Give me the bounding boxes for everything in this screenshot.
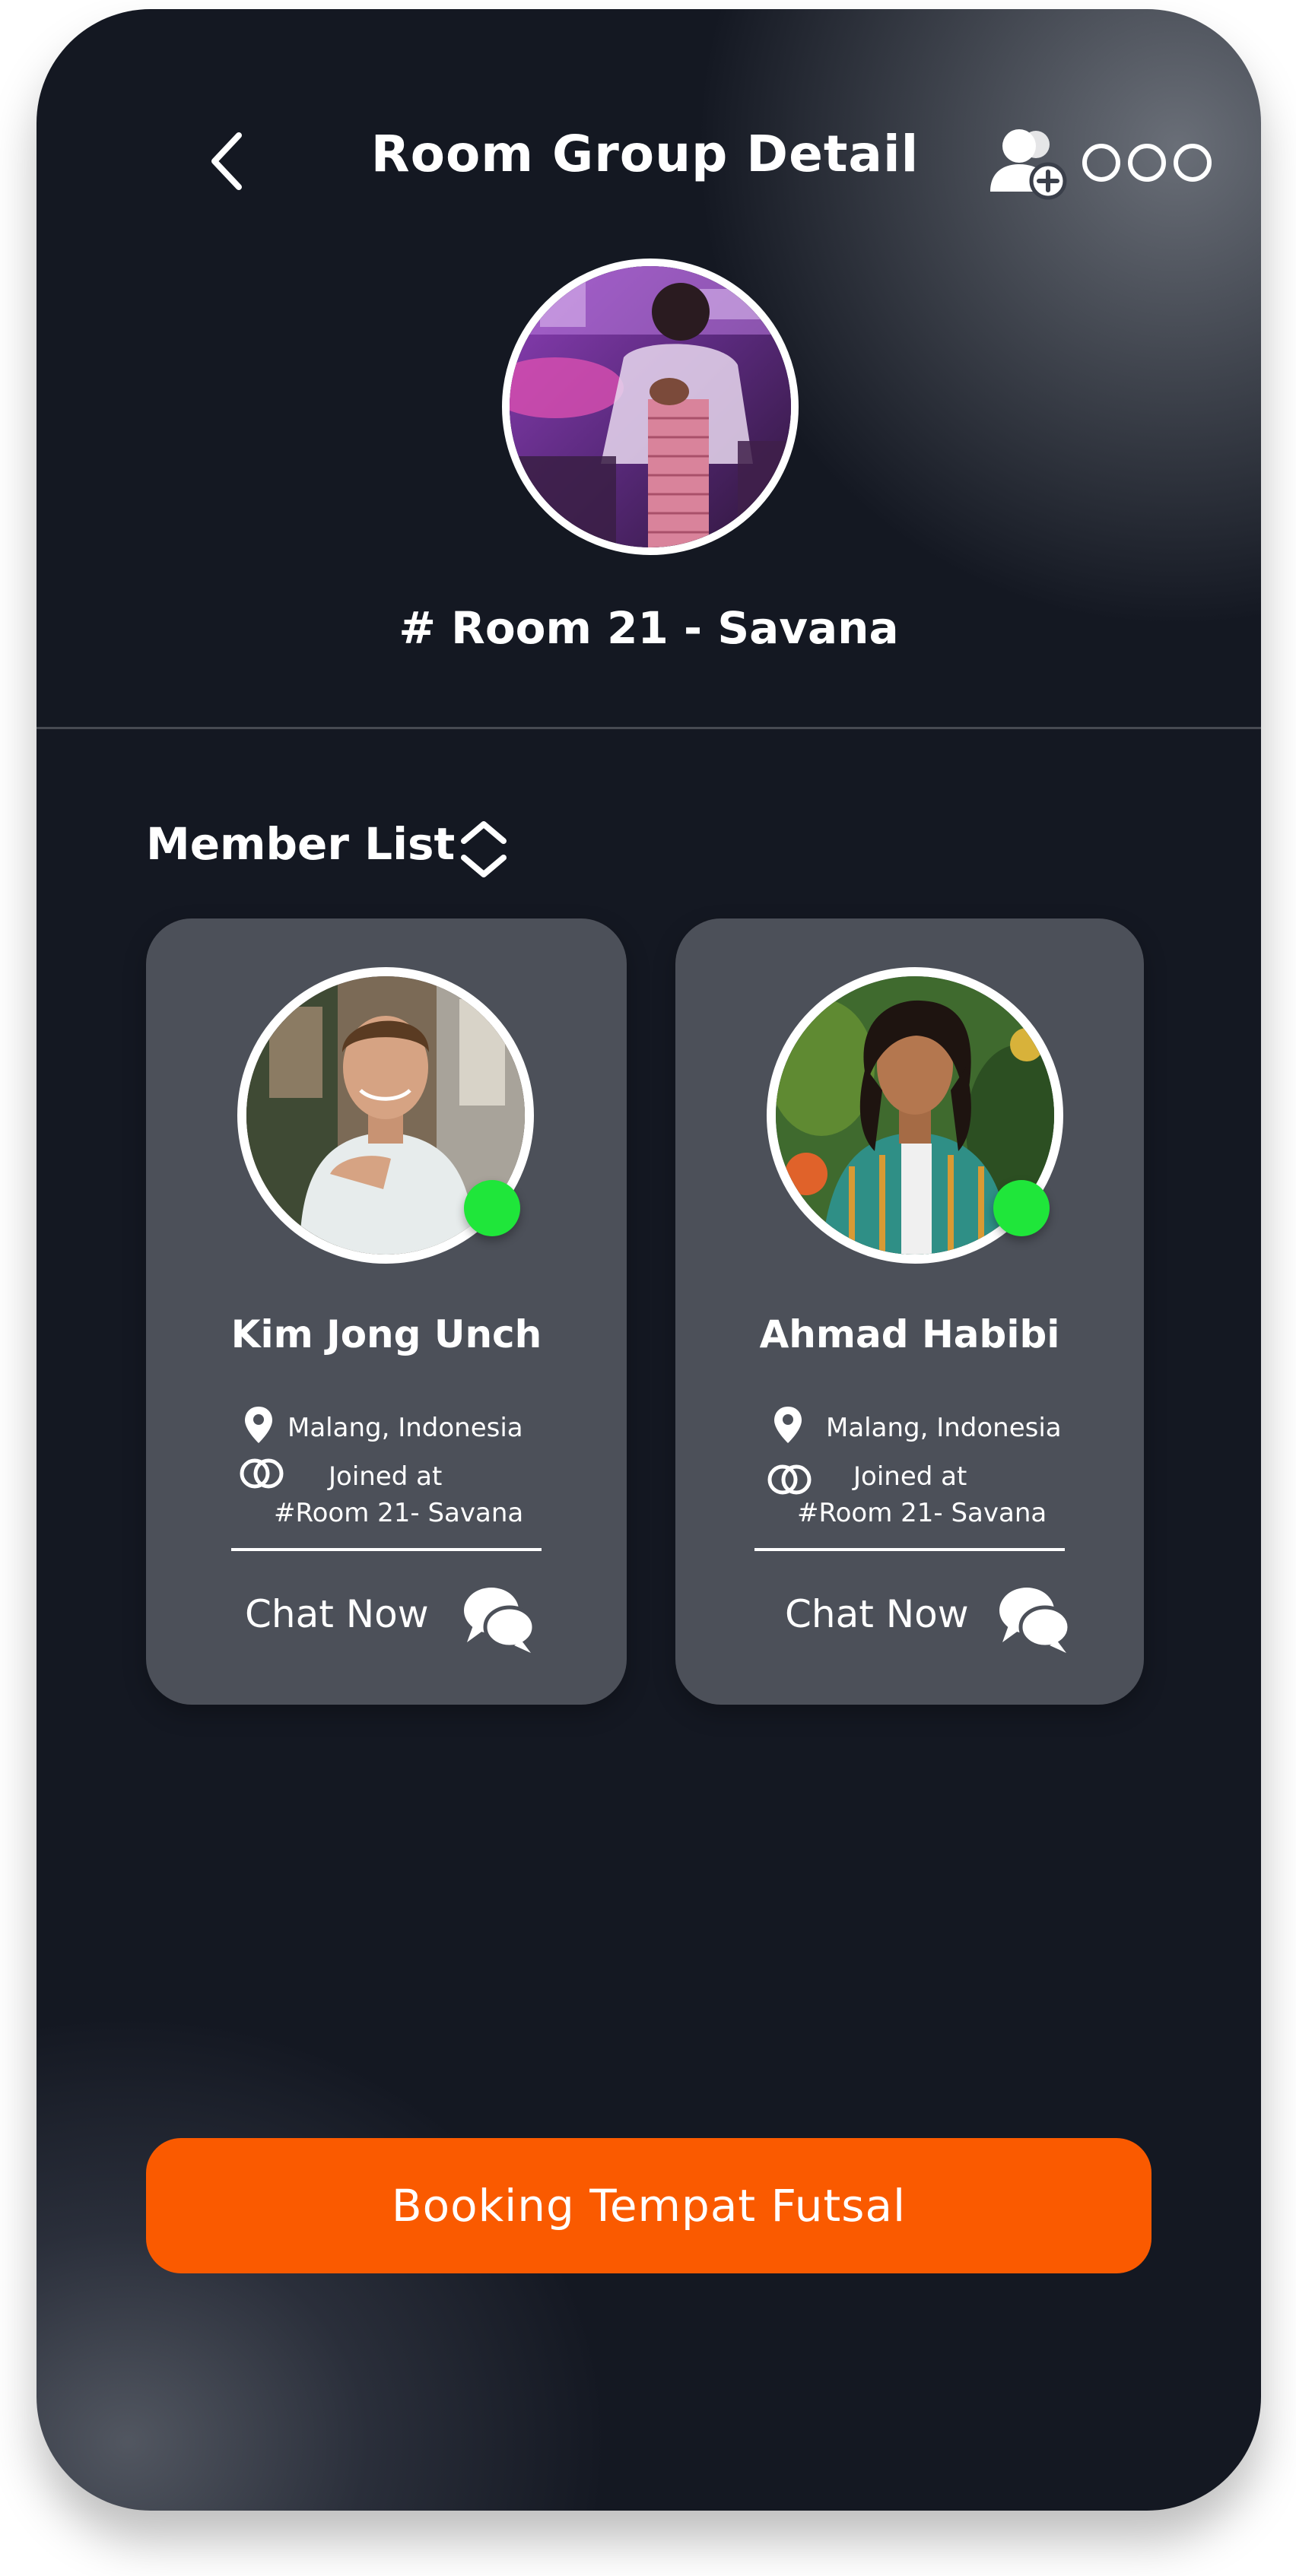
chevron-left-icon xyxy=(211,132,242,190)
joined-room: #Room 21- Savana xyxy=(274,1498,524,1528)
member-card[interactable]: Kim Jong Unch Malang, Indonesia Joined a… xyxy=(146,918,627,1705)
joined-label: Joined at xyxy=(329,1461,443,1492)
booking-button[interactable]: Booking Tempat Futsal xyxy=(146,2138,1151,2273)
location-pin-icon xyxy=(774,1407,802,1443)
location-text: Malang, Indonesia xyxy=(826,1413,1062,1443)
chat-now-label: Chat Now xyxy=(785,1592,969,1636)
chat-now-button[interactable]: Chat Now xyxy=(785,1574,1089,1658)
member-card[interactable]: Ahmad Habibi Malang, Indonesia Joined at… xyxy=(675,918,1144,1705)
back-button[interactable] xyxy=(196,123,257,199)
location-text: Malang, Indonesia xyxy=(287,1413,523,1443)
room-name: # Room 21 - Savana xyxy=(399,602,899,654)
member-name: Ahmad Habibi xyxy=(759,1312,1060,1356)
more-options-icon xyxy=(1082,144,1212,182)
member-name: Kim Jong Unch xyxy=(230,1312,542,1356)
member-location: Malang, Indonesia xyxy=(675,1405,1144,1451)
joined-room: #Room 21- Savana xyxy=(797,1498,1047,1528)
app-screen: Room Group Detail # Room 21 - Savana Mem… xyxy=(37,9,1261,2511)
add-member-button[interactable] xyxy=(986,125,1069,201)
page-title: Room Group Detail xyxy=(370,125,920,183)
member-list-title: Member List xyxy=(146,818,456,870)
room-photo xyxy=(502,259,799,555)
member-location: Malang, Indonesia xyxy=(146,1405,627,1451)
joined-rings-icon xyxy=(240,1458,284,1489)
online-status-indicator xyxy=(993,1180,1050,1236)
chat-bubbles-icon xyxy=(464,1588,536,1653)
location-pin-icon xyxy=(245,1407,272,1443)
joined-rings-icon xyxy=(767,1464,812,1495)
add-user-icon xyxy=(990,129,1067,200)
joined-label: Joined at xyxy=(853,1461,967,1492)
sort-chevrons-icon xyxy=(461,821,507,877)
chat-bubbles-icon xyxy=(999,1588,1072,1653)
room-photo-image xyxy=(510,266,791,547)
chat-now-label: Chat Now xyxy=(245,1592,429,1636)
card-divider xyxy=(754,1548,1065,1551)
section-divider xyxy=(37,727,1261,729)
sort-button[interactable] xyxy=(453,815,514,884)
more-options-button[interactable] xyxy=(1078,138,1215,187)
card-divider xyxy=(231,1548,542,1551)
online-status-indicator xyxy=(464,1180,520,1236)
chat-now-button[interactable]: Chat Now xyxy=(245,1574,549,1658)
